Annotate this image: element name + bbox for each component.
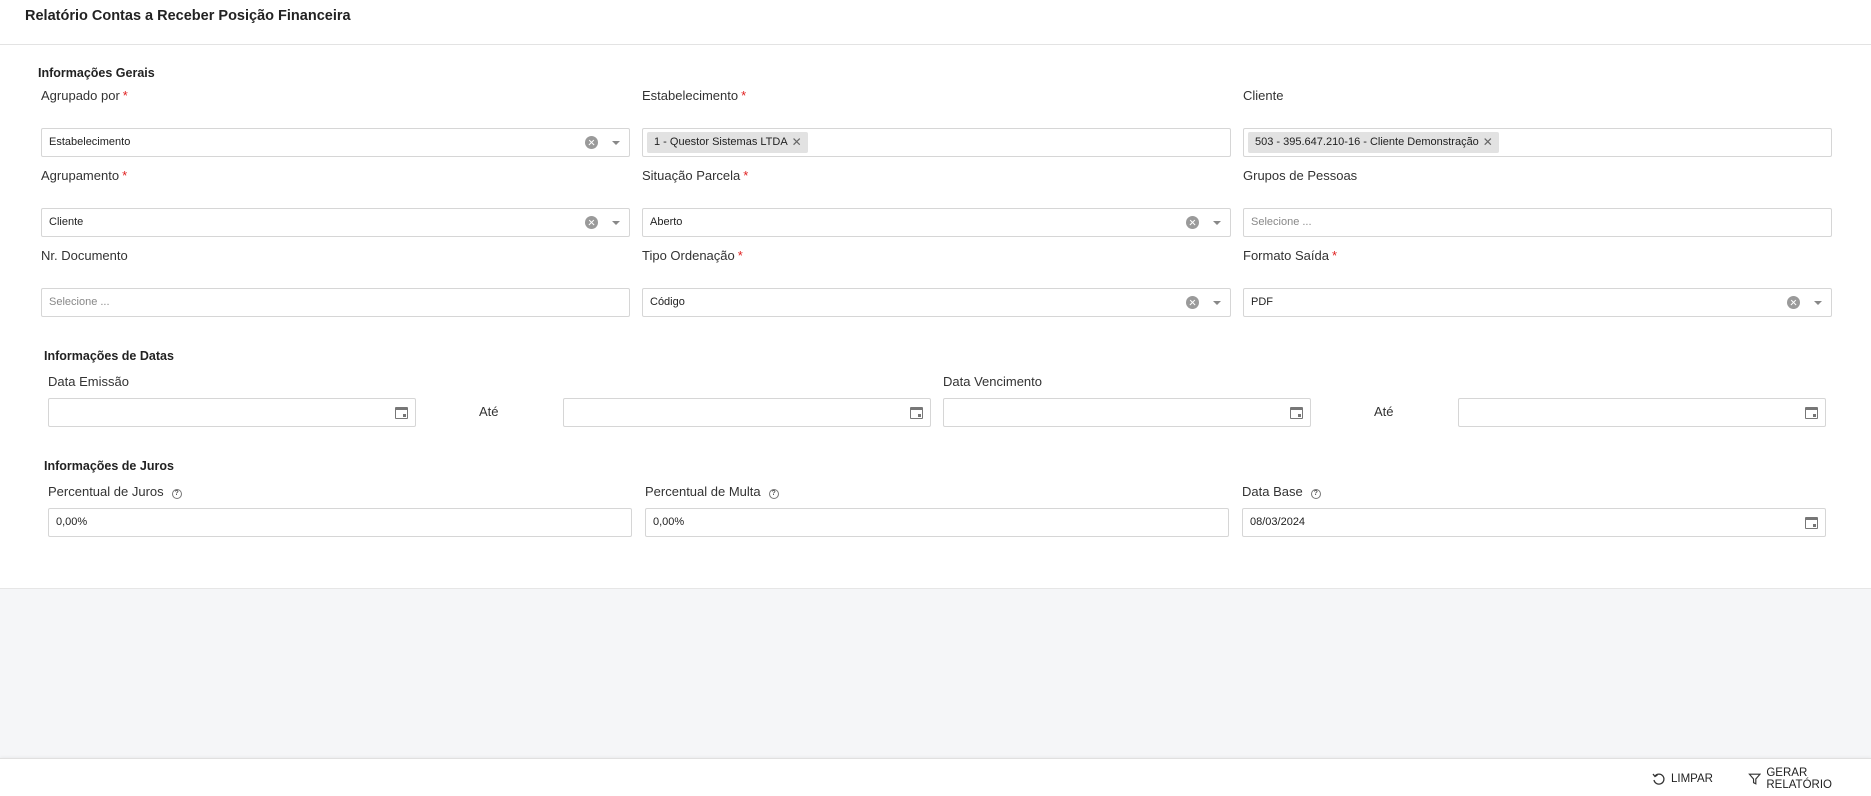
percentual-multa-label: Percentual de Multa? <box>645 484 779 499</box>
grupos-pessoas-placeholder: Selecione ... <box>1251 216 1312 228</box>
agrupamento-value: Cliente <box>49 216 84 228</box>
cliente-multiselect[interactable]: 503 - 395.647.210-16 - Cliente Demonstra… <box>1243 128 1832 157</box>
grupos-pessoas-select[interactable]: Selecione ... <box>1243 208 1832 237</box>
calendar-icon[interactable] <box>1805 517 1818 529</box>
generate-report-button[interactable]: GERAR RELATÓRIO <box>1748 767 1871 791</box>
agrupamento-select[interactable]: Cliente <box>41 208 630 237</box>
section-title-general: Informações Gerais <box>38 66 155 80</box>
calendar-icon[interactable] <box>910 407 923 419</box>
cliente-label: Cliente <box>1243 88 1284 103</box>
clear-icon[interactable] <box>585 136 598 149</box>
agrupamento-label: Agrupamento * <box>41 168 128 183</box>
nr-documento-label: Nr. Documento <box>41 248 128 263</box>
clear-button-label: LIMPAR <box>1671 773 1713 785</box>
situacao-parcela-select[interactable]: Aberto <box>642 208 1231 237</box>
percentual-multa-input[interactable]: 0,00% <box>645 508 1229 537</box>
nr-documento-select[interactable]: Selecione ... <box>41 288 630 317</box>
data-vencimento-to-input[interactable] <box>1458 398 1826 427</box>
data-emissao-to-input[interactable] <box>563 398 931 427</box>
refresh-icon <box>1652 773 1665 785</box>
agrupado-por-select[interactable]: Estabelecimento <box>41 128 630 157</box>
data-base-label: Data Base? <box>1242 484 1321 499</box>
cliente-chip: 503 - 395.647.210-16 - Cliente Demonstra… <box>1248 132 1499 153</box>
tipo-ordenacao-label: Tipo Ordenação * <box>642 248 743 263</box>
section-title-interest: Informações de Juros <box>44 459 174 473</box>
situacao-parcela-value: Aberto <box>650 216 683 228</box>
estabelecimento-chip: 1 - Questor Sistemas LTDA ✕ <box>647 132 808 153</box>
chevron-down-icon[interactable] <box>1213 221 1221 225</box>
page-header: Relatório Contas a Receber Posição Finan… <box>0 0 1871 45</box>
formato-saida-value: PDF <box>1251 296 1273 308</box>
estabelecimento-label: Estabelecimento * <box>642 88 747 103</box>
report-form: Informações Gerais Agrupado por * Estabel… <box>0 45 1871 589</box>
clear-button[interactable]: LIMPAR <box>1652 770 1713 788</box>
chevron-down-icon[interactable] <box>1814 301 1822 305</box>
grupos-pessoas-label: Grupos de Pessoas <box>1243 168 1358 183</box>
data-vencimento-from-input[interactable] <box>943 398 1311 427</box>
data-emissao-from-input[interactable] <box>48 398 416 427</box>
footer-toolbar: LIMPAR GERAR RELATÓRIO <box>0 758 1871 796</box>
section-title-dates: Informações de Datas <box>44 349 174 363</box>
estabelecimento-multiselect[interactable]: 1 - Questor Sistemas LTDA ✕ <box>642 128 1231 157</box>
chevron-down-icon[interactable] <box>612 141 620 145</box>
chevron-down-icon[interactable] <box>1213 301 1221 305</box>
help-icon[interactable]: ? <box>1310 489 1321 499</box>
clear-icon[interactable] <box>1787 296 1800 309</box>
agrupado-por-value: Estabelecimento <box>49 136 131 148</box>
percentual-juros-label: Percentual de Juros? <box>48 484 182 499</box>
tipo-ordenacao-select[interactable]: Código <box>642 288 1231 317</box>
situacao-parcela-label: Situação Parcela * <box>642 168 749 183</box>
clear-icon[interactable] <box>1186 296 1199 309</box>
data-vencimento-label: Data Vencimento <box>943 374 1043 389</box>
help-icon[interactable]: ? <box>171 489 182 499</box>
calendar-icon[interactable] <box>1805 407 1818 419</box>
clear-icon[interactable] <box>585 216 598 229</box>
clear-icon[interactable] <box>1186 216 1199 229</box>
formato-saida-label: Formato Saída * <box>1243 248 1338 263</box>
filter-icon <box>1748 773 1762 785</box>
generate-report-label: GERAR RELATÓRIO <box>1766 767 1832 791</box>
chip-remove-icon[interactable]: ✕ <box>1483 132 1493 153</box>
chip-remove-icon[interactable]: ✕ <box>792 132 802 153</box>
nr-documento-placeholder: Selecione ... <box>49 296 110 308</box>
page-title: Relatório Contas a Receber Posição Finan… <box>25 8 351 24</box>
chevron-down-icon[interactable] <box>612 221 620 225</box>
agrupado-por-label: Agrupado por * <box>41 88 128 103</box>
formato-saida-select[interactable]: PDF <box>1243 288 1832 317</box>
data-emissao-label: Data Emissão <box>48 374 129 389</box>
data-base-input[interactable]: 08/03/2024 <box>1242 508 1826 537</box>
tipo-ordenacao-value: Código <box>650 296 685 308</box>
calendar-icon[interactable] <box>395 407 408 419</box>
percentual-juros-input[interactable]: 0,00% <box>48 508 632 537</box>
calendar-icon[interactable] <box>1290 407 1303 419</box>
data-vencimento-ate-label: Até <box>1374 404 1394 419</box>
help-icon[interactable]: ? <box>768 489 779 499</box>
data-emissao-ate-label: Até <box>479 404 499 419</box>
